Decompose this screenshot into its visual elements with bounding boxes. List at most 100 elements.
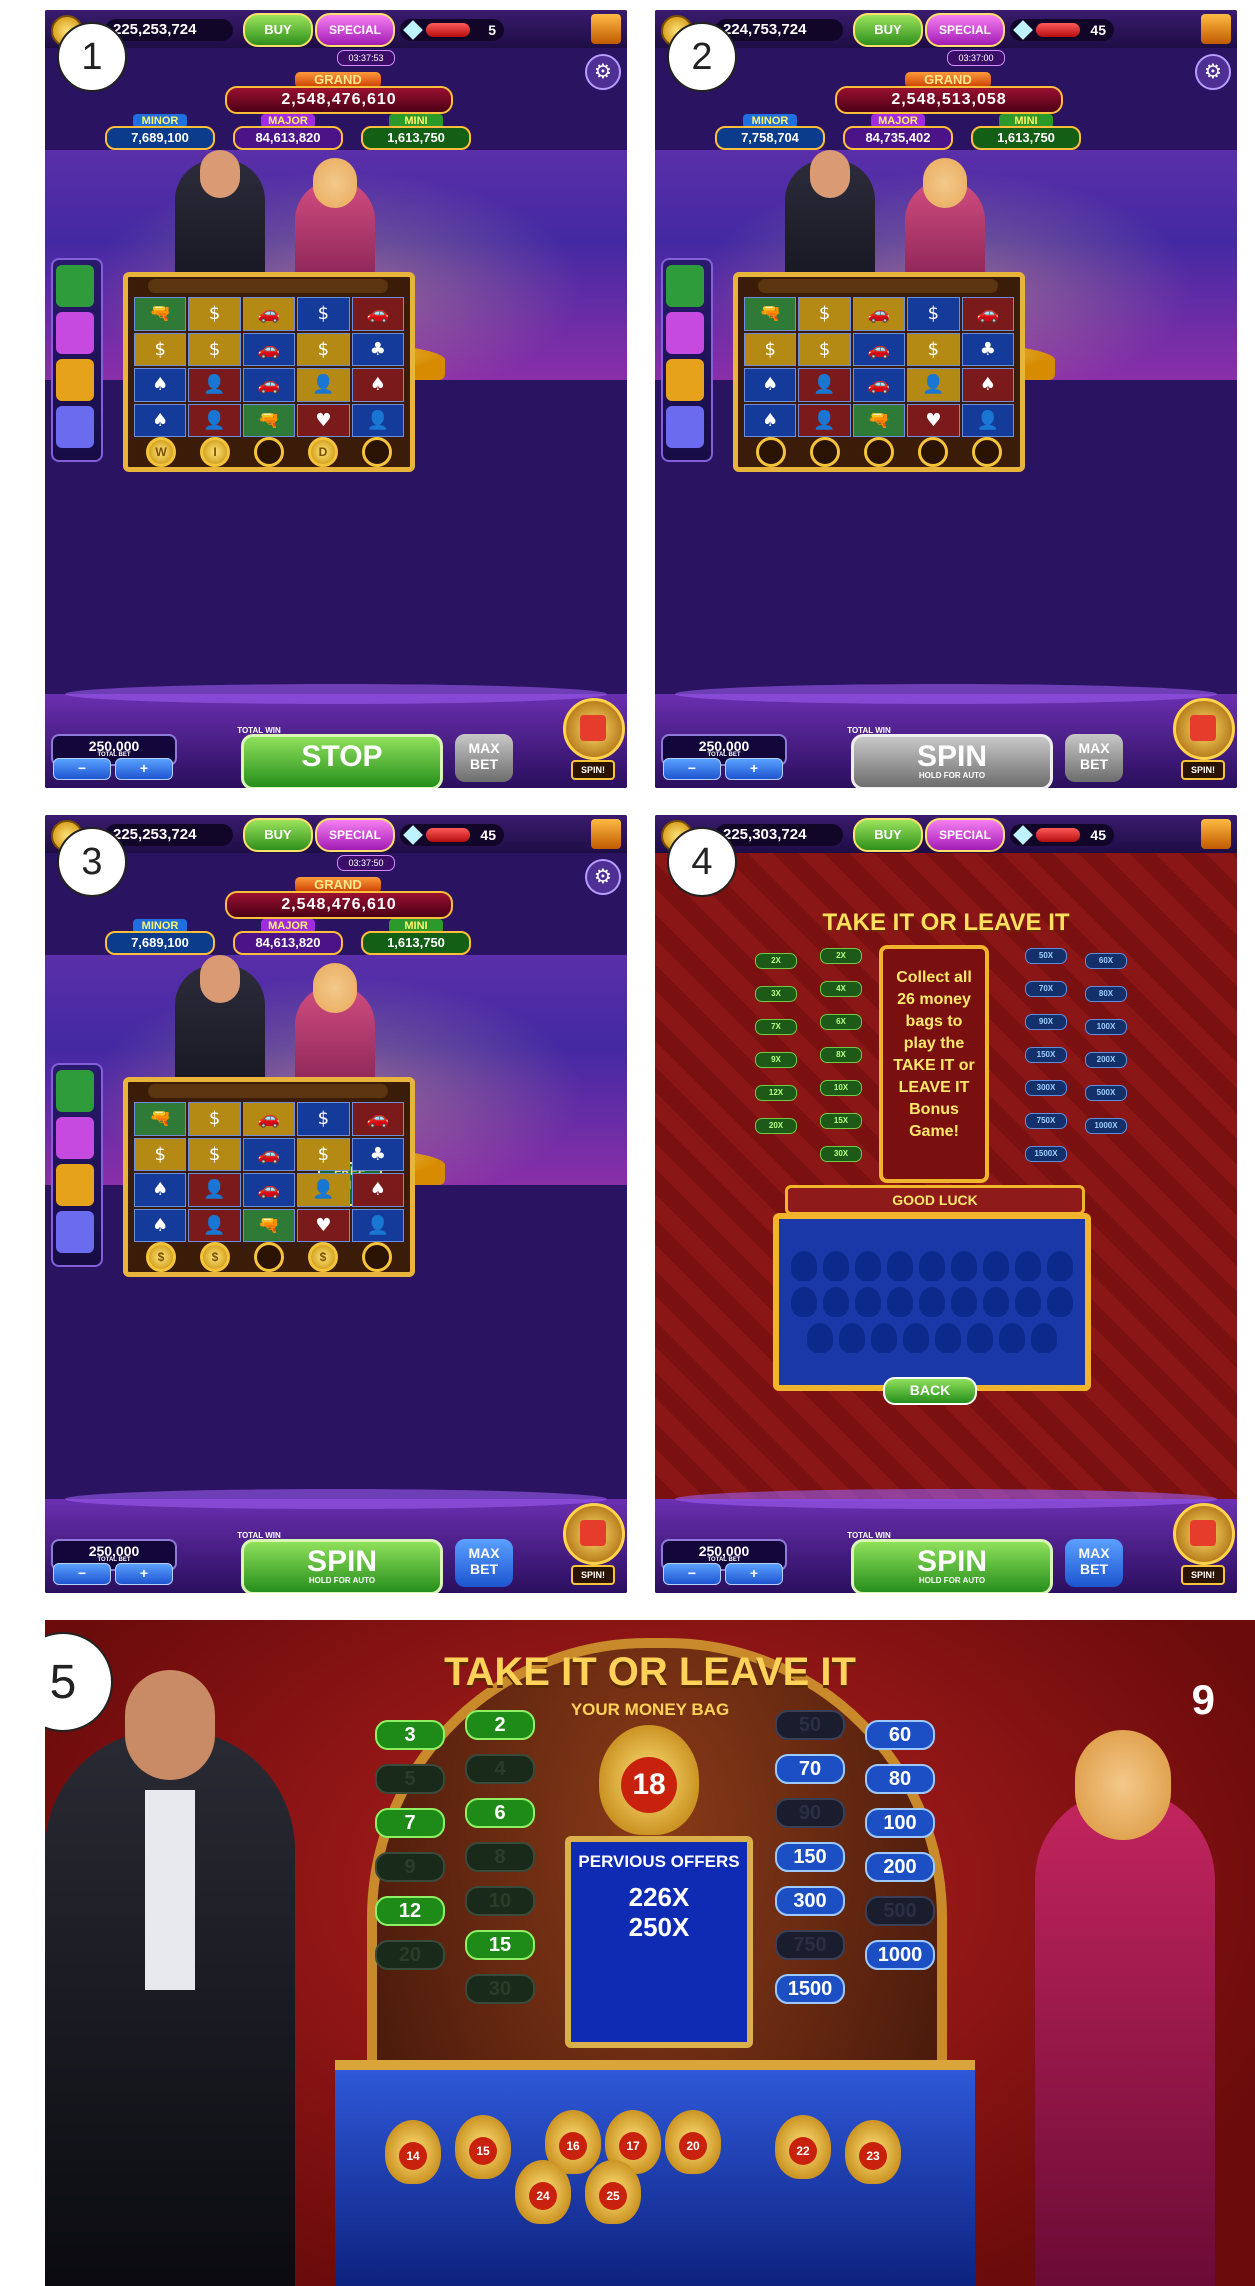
major-value: 84,613,820 (233, 931, 343, 955)
decrease-bet-button[interactable]: − (663, 1563, 721, 1585)
bottom-controls: TOTAL WIN 250,000 TOTAL BET − + SPIN HOLD FOR … (45, 1489, 627, 1593)
step-number: 4 (667, 827, 737, 897)
multiplier-pill: 1000X (1085, 1118, 1127, 1134)
offer-value: 250X (628, 1912, 690, 1942)
gift-spin-button[interactable]: SPIN! (1169, 1499, 1235, 1591)
back-button[interactable]: BACK (883, 1377, 977, 1405)
grand-value: 2,548,476,610 (225, 891, 453, 919)
stage-money-bag-icon[interactable]: 22 (775, 2115, 831, 2179)
side-feature-icon[interactable] (666, 406, 704, 448)
special-button[interactable]: SPECIAL (925, 818, 1005, 852)
multiplier-pill: 1000 (865, 1940, 935, 1970)
hold-for-auto-label: HOLD FOR AUTO (918, 1576, 986, 1585)
buy-button[interactable]: BUY (853, 13, 923, 47)
side-feature-icon[interactable] (56, 265, 94, 307)
side-feature-icon[interactable] (56, 312, 94, 354)
stage-money-bag-icon[interactable]: 14 (385, 2120, 441, 2184)
increase-bet-button[interactable]: + (725, 1563, 783, 1585)
side-feature-icon[interactable] (56, 406, 94, 448)
take-it-or-leave-it-title: TAKE IT OR LEAVE IT (822, 909, 1070, 936)
grand-jackpot: GRAND 2,548,476,610 (225, 72, 453, 114)
side-feature-icon[interactable] (666, 265, 704, 307)
settings-gear-icon[interactable]: ⚙ (1195, 54, 1231, 90)
reel-symbol: $ (188, 297, 241, 331)
buy-button[interactable]: BUY (243, 13, 313, 47)
settings-gear-icon[interactable]: ⚙ (585, 859, 621, 895)
collect-slot (810, 437, 840, 467)
max-bet-button[interactable]: MAX BET (455, 1539, 513, 1587)
increase-bet-button[interactable]: + (115, 758, 173, 780)
gift-spin-button[interactable]: SPIN! (1169, 694, 1235, 786)
reel-symbol: ♠ (961, 368, 1014, 402)
stage-money-bag-icon[interactable]: 24 (515, 2160, 571, 2224)
stage-money-bag-icon[interactable]: 20 (665, 2110, 721, 2174)
side-feature-icon[interactable] (56, 359, 94, 401)
multiplier-pill: 90X (1025, 1014, 1067, 1030)
gem-count: 45 (480, 827, 496, 843)
reel-symbol: 🔫 (242, 1208, 296, 1242)
special-button[interactable]: SPECIAL (925, 13, 1005, 47)
decrease-bet-button[interactable]: − (663, 758, 721, 780)
max-bet-button[interactable]: MAX BET (1065, 1539, 1123, 1587)
multiplier-pill: 4X (820, 981, 862, 997)
multiplier-pill: 6X (820, 1014, 862, 1030)
gem-progress-bar (1036, 23, 1080, 37)
side-feature-icon[interactable] (666, 312, 704, 354)
reel-symbol: ♣ (961, 332, 1014, 366)
reel-symbol: $ (188, 332, 241, 366)
stage-money-bag-icon[interactable]: 25 (585, 2160, 641, 2224)
side-feature-icon[interactable] (56, 1117, 94, 1159)
reel-grid: 🔫 $ 🚗 $ 🚗 $ $ 🚗 $ ♣ ♠ 👤 🚗 👤 ♠ ♠ 👤 🔫 ♥ 👤 (744, 297, 1014, 437)
special-button[interactable]: SPECIAL (315, 13, 395, 47)
collect-slots: WI D (134, 437, 404, 467)
spin-button[interactable]: SPIN HOLD FOR AUTO (241, 1539, 443, 1593)
buy-button[interactable]: BUY (243, 818, 313, 852)
stage-money-bag-icon[interactable]: 15 (455, 2115, 511, 2179)
gem-icon (403, 20, 423, 40)
side-feature-icon[interactable] (666, 359, 704, 401)
money-bag-icon (919, 1287, 945, 1317)
max-bet-button[interactable]: MAX BET (1065, 734, 1123, 782)
decrease-bet-button[interactable]: − (53, 758, 111, 780)
gift-icon (1173, 698, 1235, 760)
mini-value: 1,613,750 (361, 126, 471, 150)
reel-header-bar (148, 1084, 388, 1098)
stop-button[interactable]: STOP (241, 734, 443, 788)
screenshot-panel-1: 1 225,253,724 BUY SPECIAL 5 03:37:53 ⚙ GRAND 2,5… (45, 10, 627, 788)
coin-balance: 224,753,724 (715, 19, 843, 41)
buy-button[interactable]: BUY (853, 818, 923, 852)
profile-avatar[interactable] (591, 819, 621, 849)
gift-spin-button[interactable]: SPIN! (559, 694, 625, 786)
increase-bet-button[interactable]: + (115, 1563, 173, 1585)
collect-slot (362, 437, 392, 467)
stage-money-bag-icon[interactable]: 23 (845, 2120, 901, 2184)
increase-bet-button[interactable]: + (725, 758, 783, 780)
main-button-label: SPIN (306, 1545, 378, 1578)
max-bet-button[interactable]: MAX BET (455, 734, 513, 782)
multiplier-pill: 10 (465, 1886, 535, 1916)
mini-jackpot: MINI 1,613,750 (361, 919, 471, 955)
minor-value: 7,758,704 (715, 126, 825, 150)
money-bag-icon (887, 1287, 913, 1317)
reel-symbol: ♣ (351, 1137, 404, 1171)
spin-button[interactable]: SPIN HOLD FOR AUTO (851, 734, 1053, 788)
profile-avatar[interactable] (1201, 819, 1231, 849)
gift-spin-button[interactable]: SPIN! (559, 1499, 625, 1591)
femme-head (313, 963, 357, 1013)
side-feature-icon[interactable] (56, 1211, 94, 1253)
gem-balance: 45 (1010, 19, 1114, 41)
settings-gear-icon[interactable]: ⚙ (585, 54, 621, 90)
slot-reels: 🔫 $ 🚗 $ 🚗 $ $ 🚗 $ ♣ ♠ 👤 🚗 👤 ♠ ♠ 👤 🔫 ♥ 👤 (733, 272, 1025, 472)
side-feature-icon[interactable] (56, 1070, 94, 1112)
mini-jackpot: MINI 1,613,750 (361, 114, 471, 150)
special-button[interactable]: SPECIAL (315, 818, 395, 852)
side-feature-icon[interactable] (56, 1164, 94, 1206)
hold-for-auto-label: HOLD FOR AUTO (918, 771, 986, 780)
profile-avatar[interactable] (1201, 14, 1231, 44)
profile-avatar[interactable] (591, 14, 621, 44)
reel-symbol: ♠ (134, 403, 187, 437)
decrease-bet-button[interactable]: − (53, 1563, 111, 1585)
spin-button[interactable]: SPIN HOLD FOR AUTO (851, 1539, 1053, 1593)
major-jackpot: MAJOR 84,735,402 (843, 114, 953, 150)
mini-value: 1,613,750 (361, 931, 471, 955)
